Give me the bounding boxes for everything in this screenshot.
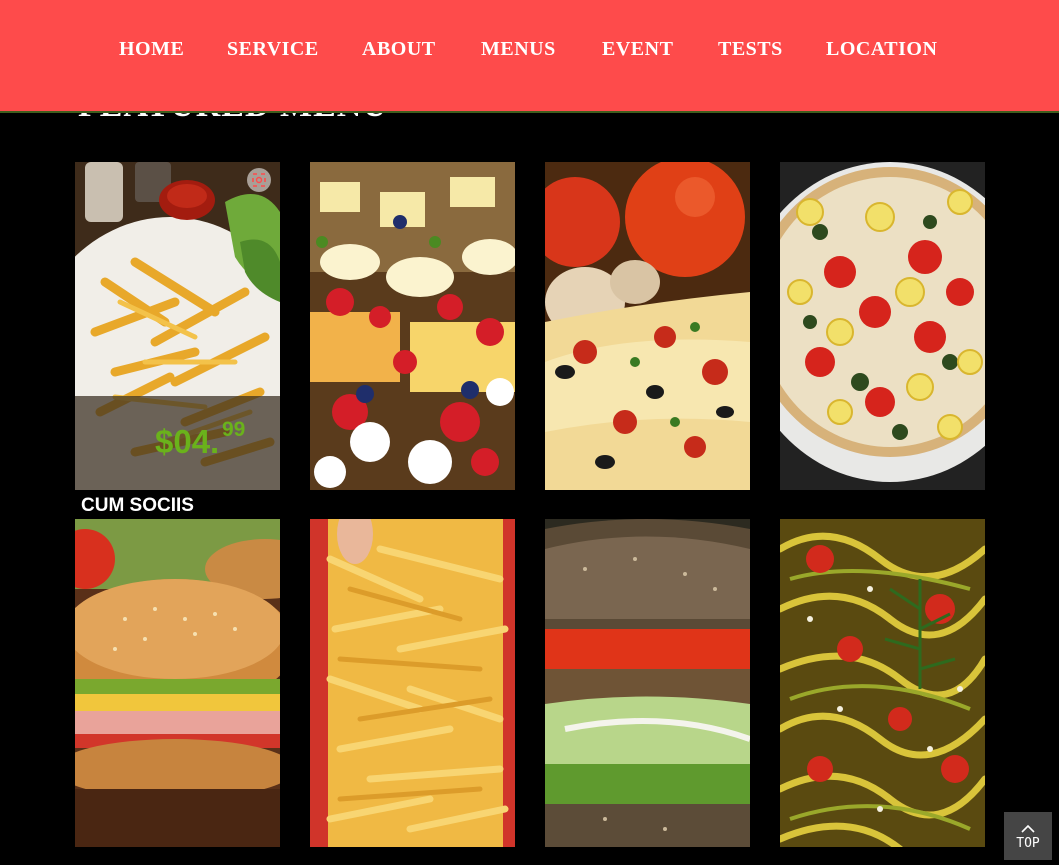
nav-item-menus[interactable]: MENUS bbox=[481, 36, 556, 62]
back-to-top-label: TOP bbox=[1016, 836, 1040, 851]
menu-item-veg-pizza[interactable] bbox=[780, 162, 985, 490]
menu-item-caption[interactable]: CUM SOCIIS bbox=[81, 495, 194, 517]
nav-item-location[interactable]: LOCATION bbox=[826, 36, 937, 62]
pizza-slice-tomatoes-photo bbox=[545, 162, 750, 490]
back-to-top-button[interactable]: TOP bbox=[1004, 812, 1052, 860]
menu-item-fries-plate[interactable]: $04. 99 bbox=[75, 162, 280, 490]
price-cents: 99 bbox=[222, 418, 246, 441]
price-overlay: $04. 99 bbox=[75, 396, 280, 490]
french-fries-pile-photo bbox=[310, 519, 515, 847]
nav-item-service[interactable]: SERVICE bbox=[227, 36, 319, 62]
zoom-icon bbox=[252, 173, 266, 187]
nav-menu: HOME SERVICE ABOUT MENUS EVENT TESTS LOC… bbox=[0, 36, 1059, 62]
price-amount: $04. bbox=[155, 423, 220, 460]
vegetable-pizza-photo bbox=[780, 162, 985, 490]
zoom-button[interactable] bbox=[247, 168, 271, 192]
menu-item-pizza-slice[interactable] bbox=[545, 162, 750, 490]
menu-item-veg-noodles[interactable] bbox=[780, 519, 985, 847]
sub-sandwich-photo bbox=[75, 519, 280, 847]
vegetable-noodles-photo bbox=[780, 519, 985, 847]
menu-item-rye-burger[interactable] bbox=[545, 519, 750, 847]
menu-item-sub-sandwich[interactable] bbox=[75, 519, 280, 847]
chevron-up-icon bbox=[1021, 824, 1035, 833]
pastry-desserts-photo bbox=[310, 162, 515, 490]
nav-item-home[interactable]: HOME bbox=[119, 36, 184, 62]
menu-item-fries-pile[interactable] bbox=[310, 519, 515, 847]
menu-item-pastries[interactable] bbox=[310, 162, 515, 490]
navbar: HOME SERVICE ABOUT MENUS EVENT TESTS LOC… bbox=[0, 0, 1059, 113]
rye-burger-photo bbox=[545, 519, 750, 847]
nav-item-about[interactable]: ABOUT bbox=[362, 36, 436, 62]
nav-item-event[interactable]: EVENT bbox=[602, 36, 673, 62]
nav-item-tests[interactable]: TESTS bbox=[718, 36, 783, 62]
